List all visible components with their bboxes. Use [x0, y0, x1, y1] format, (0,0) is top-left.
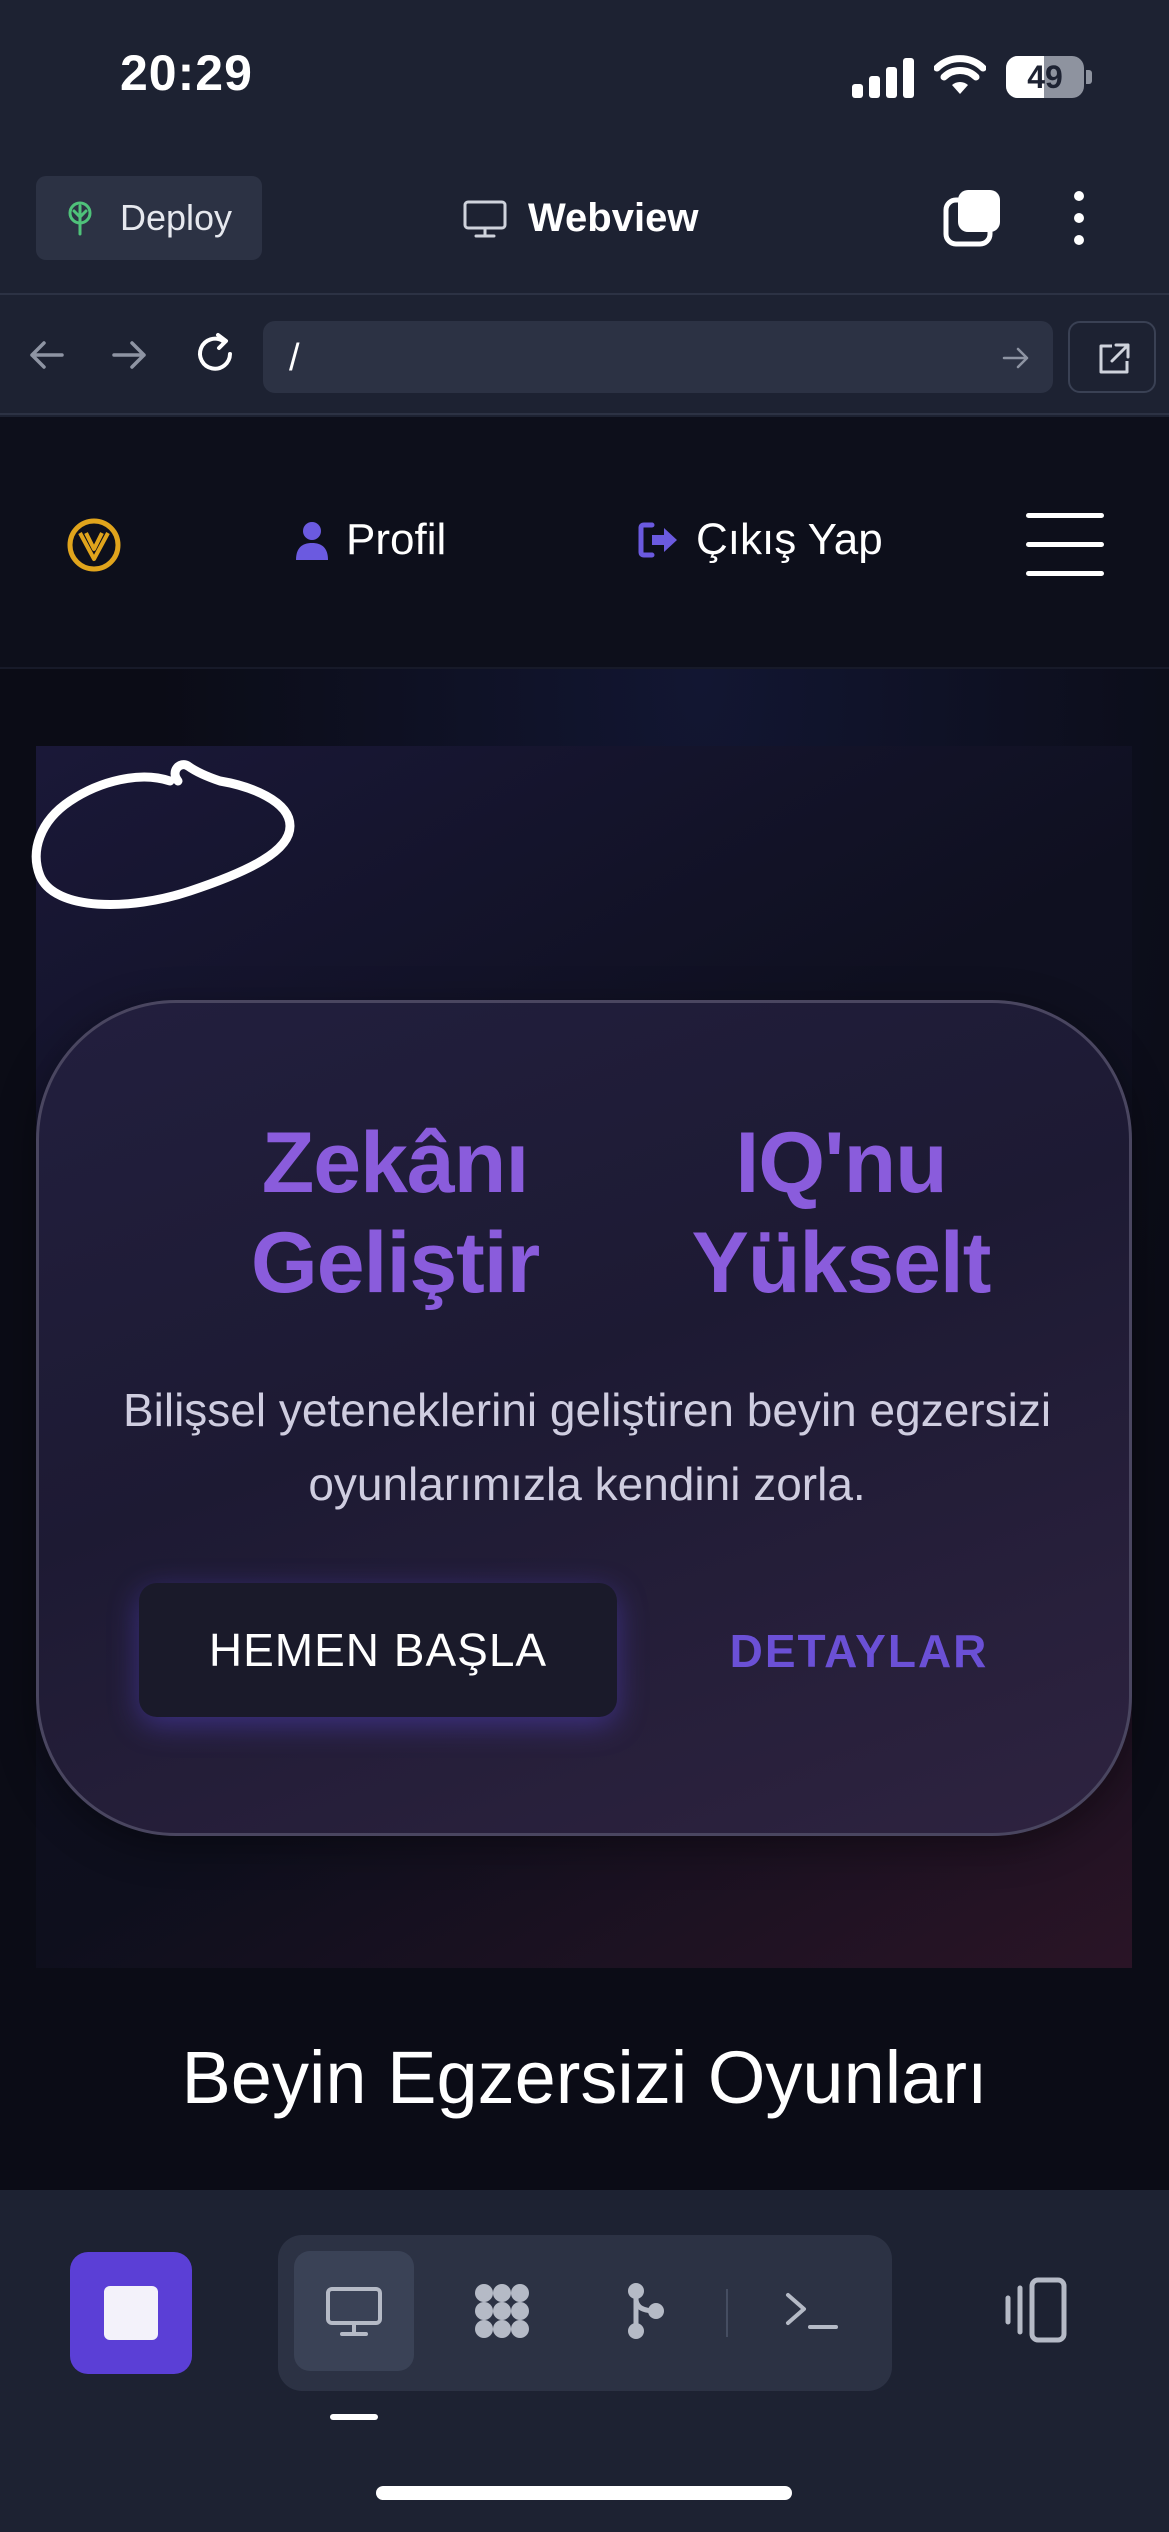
deploy-label: Deploy	[120, 197, 233, 238]
url-text: /	[289, 337, 300, 379]
hero-heading-right: IQ'nu Yükselt	[691, 1115, 992, 1311]
open-external-button[interactable]	[1068, 321, 1156, 393]
start-button[interactable]: HEMEN BAŞLA	[139, 1583, 617, 1717]
battery-tip	[1086, 70, 1092, 84]
webview-content: Profil Çıkış Yap Zekânı Geliştir IQ'nu Y…	[0, 417, 1169, 2190]
arrow-left-icon[interactable]	[24, 333, 68, 377]
deploy-icon	[68, 201, 92, 236]
arrow-right-icon[interactable]	[108, 333, 152, 377]
git-icon	[628, 2283, 664, 2339]
monitor-icon	[463, 200, 507, 237]
tabs-icon[interactable]	[942, 188, 1002, 248]
app-frame: 20:29 49 Deploy Webview / Profil Çıkış Y…	[0, 0, 1169, 2532]
signal-icon	[852, 58, 914, 98]
reload-icon[interactable]	[190, 329, 240, 379]
battery-percent: 49	[1027, 59, 1063, 95]
tab-console[interactable]	[752, 2251, 872, 2371]
hamburger-icon[interactable]	[1026, 513, 1104, 577]
more-vertical-icon[interactable]	[1064, 188, 1094, 248]
details-button[interactable]: DETAYLAR	[689, 1613, 1029, 1689]
tool-switcher	[278, 2235, 892, 2391]
nav-logout-label: Çıkış Yap	[696, 515, 883, 564]
go-arrow-icon[interactable]	[1001, 343, 1031, 373]
monitor-icon	[326, 2287, 382, 2336]
url-input[interactable]: /	[263, 321, 1053, 393]
external-link-icon	[1099, 343, 1130, 374]
panel-icon[interactable]	[998, 2272, 1074, 2348]
app-header: Deploy Webview	[0, 150, 1169, 295]
scribble-annotation	[31, 760, 295, 910]
tab-packages[interactable]	[442, 2251, 562, 2371]
nav-logout-link[interactable]: Çıkış Yap	[638, 515, 883, 565]
user-icon	[296, 522, 328, 560]
hero-heading-left: Zekânı Geliştir	[250, 1115, 540, 1311]
hero-section: Zekânı Geliştir IQ'nu Yükselt Bilişsel y…	[0, 669, 1169, 2190]
packages-icon	[475, 2284, 529, 2338]
wifi-icon	[934, 55, 986, 94]
stop-icon	[104, 2286, 158, 2340]
section-title: Beyin Egzersizi Oyunları	[181, 2036, 988, 2119]
active-tab-indicator	[330, 2414, 378, 2420]
bottom-toolbar	[0, 2190, 1169, 2532]
tab-webview[interactable]	[294, 2251, 414, 2371]
nav-profile-link[interactable]: Profil	[294, 515, 446, 565]
stop-button[interactable]	[70, 2252, 192, 2374]
segment-divider	[726, 2289, 728, 2337]
webview-title: Webview	[462, 196, 698, 241]
battery-icon: 49	[1006, 56, 1084, 98]
nav-profile-label: Profil	[346, 515, 447, 564]
status-time: 20:29	[120, 45, 253, 101]
site-navbar: Profil Çıkış Yap	[0, 417, 1169, 669]
home-indicator	[376, 2486, 792, 2500]
logo-icon[interactable]	[66, 517, 122, 573]
url-bar: /	[0, 297, 1169, 415]
deploy-button[interactable]: Deploy	[36, 176, 262, 260]
webview-label: Webview	[528, 196, 699, 240]
logout-icon	[638, 522, 677, 558]
hero-card: Zekânı Geliştir IQ'nu Yükselt Bilişsel y…	[36, 1000, 1132, 1836]
terminal-icon	[786, 2293, 838, 2329]
hero-description: Bilişsel yeteneklerini geliştiren beyin …	[122, 1384, 1052, 1510]
status-bar: 20:29 49	[0, 0, 1169, 150]
tab-git[interactable]	[584, 2251, 704, 2371]
